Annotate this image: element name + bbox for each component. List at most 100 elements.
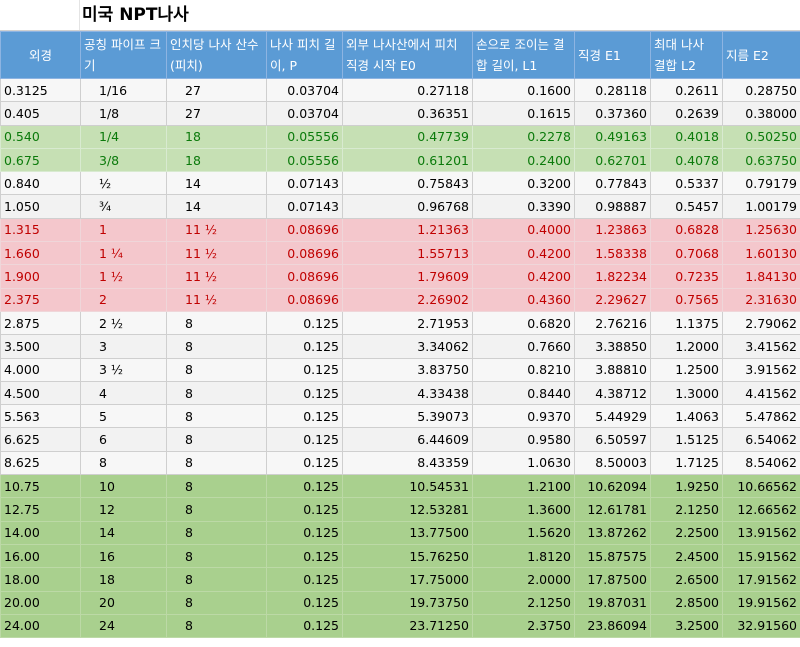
cell-nominal-size[interactable]: 2 ½ (80, 310, 167, 336)
cell-outer-diameter[interactable]: 12.75 (0, 497, 81, 522)
cell-nominal-size[interactable]: 16 (80, 543, 167, 569)
cell-e1[interactable]: 3.88810 (574, 357, 651, 382)
cell-pitch-diameter-e0[interactable]: 2.71953 (342, 310, 473, 336)
cell-outer-diameter[interactable]: 3.500 (0, 334, 81, 359)
cell-threads-per-inch[interactable]: 8 (166, 380, 267, 406)
cell-e2[interactable]: 32.91560 (722, 613, 800, 639)
cell-nominal-size[interactable]: 18 (80, 567, 167, 592)
cell-e2[interactable]: 0.79179 (722, 171, 800, 196)
cell-pitch-diameter-e0[interactable]: 0.61201 (342, 147, 473, 173)
cell-e1[interactable]: 4.38712 (574, 380, 651, 406)
cell-outer-diameter[interactable]: 14.00 (0, 520, 81, 545)
cell-threads-per-inch[interactable]: 8 (166, 334, 267, 359)
cell-pitch-diameter-e0[interactable]: 4.33438 (342, 380, 473, 406)
cell-pitch[interactable]: 0.125 (266, 450, 343, 476)
cell-pitch-diameter-e0[interactable]: 10.54531 (342, 474, 473, 499)
cell-l1[interactable]: 2.1250 (472, 590, 575, 615)
cell-e2[interactable]: 19.91562 (722, 590, 800, 615)
cell-e2[interactable]: 0.63750 (722, 147, 800, 173)
header-outer-diameter[interactable]: 외경 (0, 31, 81, 79)
cell-l2[interactable]: 2.6500 (650, 567, 723, 592)
cell-pitch-diameter-e0[interactable]: 19.73750 (342, 590, 473, 615)
cell-nominal-size[interactable]: 20 (80, 590, 167, 615)
header-diameter-e2[interactable]: 지름 E2 (722, 31, 800, 79)
cell-pitch[interactable]: 0.125 (266, 334, 343, 359)
cell-e2[interactable]: 13.91562 (722, 520, 800, 545)
empty-cell[interactable] (0, 0, 80, 30)
sheet-title[interactable]: 미국 NPT나사 (80, 0, 800, 30)
cell-e1[interactable]: 1.23863 (574, 217, 651, 243)
cell-threads-per-inch[interactable]: 27 (166, 101, 267, 126)
cell-pitch-diameter-e0[interactable]: 17.75000 (342, 567, 473, 592)
header-diameter-e1[interactable]: 직경 E1 (574, 31, 651, 79)
cell-l1[interactable]: 1.5620 (472, 520, 575, 545)
cell-e1[interactable]: 23.86094 (574, 613, 651, 639)
cell-e1[interactable]: 12.61781 (574, 497, 651, 522)
cell-pitch[interactable]: 0.125 (266, 357, 343, 382)
cell-pitch-diameter-e0[interactable]: 2.26902 (342, 287, 473, 312)
cell-outer-diameter[interactable]: 8.625 (0, 450, 81, 476)
cell-l2[interactable]: 2.1250 (650, 497, 723, 522)
cell-outer-diameter[interactable]: 20.00 (0, 590, 81, 615)
cell-e1[interactable]: 10.62094 (574, 474, 651, 499)
cell-e2[interactable]: 0.28750 (722, 77, 800, 103)
cell-e1[interactable]: 0.98887 (574, 194, 651, 219)
cell-l1[interactable]: 0.1600 (472, 77, 575, 103)
cell-pitch-diameter-e0[interactable]: 0.96768 (342, 194, 473, 219)
cell-threads-per-inch[interactable]: 8 (166, 357, 267, 382)
cell-e1[interactable]: 0.77843 (574, 171, 651, 196)
cell-outer-diameter[interactable]: 0.675 (0, 147, 81, 173)
cell-outer-diameter[interactable]: 1.900 (0, 264, 81, 289)
cell-pitch[interactable]: 0.07143 (266, 171, 343, 196)
cell-e1[interactable]: 15.87575 (574, 543, 651, 569)
cell-l2[interactable]: 1.9250 (650, 474, 723, 499)
cell-l2[interactable]: 1.2000 (650, 334, 723, 359)
cell-e2[interactable]: 2.79062 (722, 310, 800, 336)
cell-nominal-size[interactable]: 1 ½ (80, 264, 167, 289)
cell-e2[interactable]: 6.54062 (722, 427, 800, 452)
cell-e2[interactable]: 3.41562 (722, 334, 800, 359)
cell-l2[interactable]: 0.6828 (650, 217, 723, 243)
cell-pitch[interactable]: 0.08696 (266, 241, 343, 266)
cell-threads-per-inch[interactable]: 8 (166, 590, 267, 615)
cell-e1[interactable]: 0.28118 (574, 77, 651, 103)
cell-outer-diameter[interactable]: 6.625 (0, 427, 81, 452)
cell-l1[interactable]: 1.3600 (472, 497, 575, 522)
cell-pitch[interactable]: 0.125 (266, 590, 343, 615)
cell-l2[interactable]: 0.7068 (650, 241, 723, 266)
cell-nominal-size[interactable]: 10 (80, 474, 167, 499)
cell-e1[interactable]: 1.58338 (574, 241, 651, 266)
cell-pitch[interactable]: 0.03704 (266, 77, 343, 103)
cell-nominal-size[interactable]: 2 (80, 287, 167, 312)
cell-nominal-size[interactable]: ¾ (80, 194, 167, 219)
cell-outer-diameter[interactable]: 2.875 (0, 310, 81, 336)
header-max-engagement-l2[interactable]: 최대 나사 결합 L2 (650, 31, 723, 79)
header-thread-pitch[interactable]: 나사 피치 길이, P (266, 31, 343, 79)
cell-l1[interactable]: 0.9370 (472, 404, 575, 429)
cell-pitch[interactable]: 0.03704 (266, 101, 343, 126)
cell-outer-diameter[interactable]: 0.3125 (0, 77, 81, 103)
cell-l1[interactable]: 2.3750 (472, 613, 575, 639)
cell-e2[interactable]: 17.91562 (722, 567, 800, 592)
cell-l1[interactable]: 0.4360 (472, 287, 575, 312)
cell-e2[interactable]: 1.60130 (722, 241, 800, 266)
cell-e1[interactable]: 0.37360 (574, 101, 651, 126)
cell-pitch-diameter-e0[interactable]: 3.34062 (342, 334, 473, 359)
cell-l1[interactable]: 0.1615 (472, 101, 575, 126)
header-pitch-diameter-e0[interactable]: 외부 나사산에서 피치 직경 시작 E0 (342, 31, 473, 79)
cell-e1[interactable]: 3.38850 (574, 334, 651, 359)
cell-threads-per-inch[interactable]: 14 (166, 171, 267, 196)
cell-threads-per-inch[interactable]: 8 (166, 474, 267, 499)
cell-l1[interactable]: 0.3200 (472, 171, 575, 196)
cell-outer-diameter[interactable]: 24.00 (0, 613, 81, 639)
cell-threads-per-inch[interactable]: 11 ½ (166, 217, 267, 243)
cell-outer-diameter[interactable]: 4.500 (0, 380, 81, 406)
cell-l2[interactable]: 3.2500 (650, 613, 723, 639)
cell-threads-per-inch[interactable]: 8 (166, 543, 267, 569)
cell-l1[interactable]: 0.8440 (472, 380, 575, 406)
cell-l2[interactable]: 1.1375 (650, 310, 723, 336)
cell-l1[interactable]: 0.6820 (472, 310, 575, 336)
cell-l2[interactable]: 2.2500 (650, 520, 723, 545)
cell-outer-diameter[interactable]: 1.660 (0, 241, 81, 266)
cell-l1[interactable]: 1.0630 (472, 450, 575, 476)
